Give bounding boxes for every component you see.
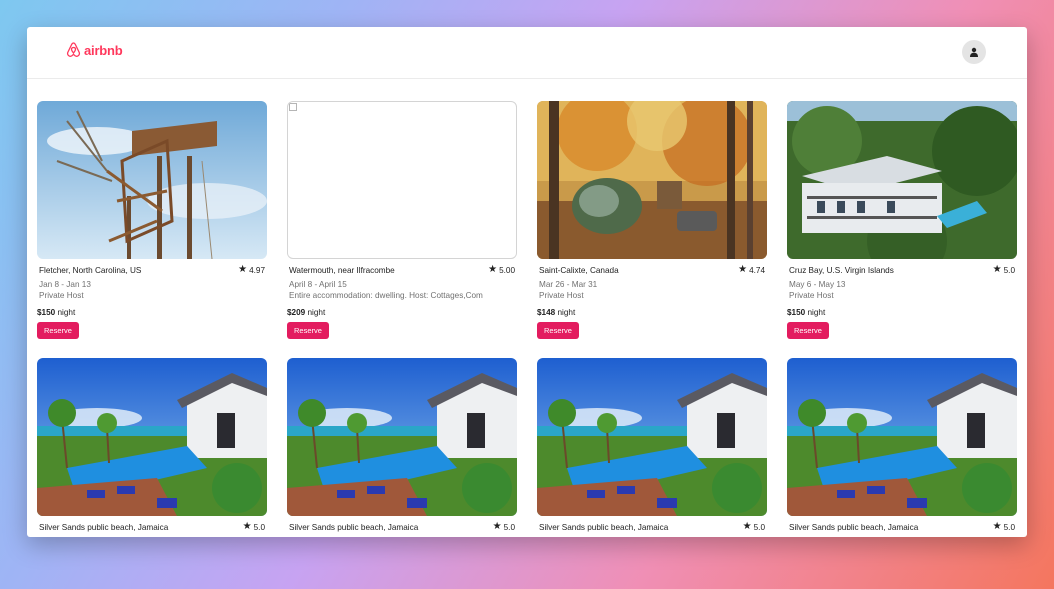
star-icon: ★ [488,264,498,275]
profile-button[interactable] [962,40,986,64]
listing-host: Entire accommodation: dwelling. Host: Co… [289,291,483,301]
star-icon: ★ [492,521,502,533]
listing-dates: April 8 - April 15 [289,280,347,289]
star-icon: ★ [738,264,748,275]
listing-rating: ★ 4.97 [238,264,265,275]
listing-dates: Mar 26 - Mar 31 [539,280,598,289]
airbnb-logo[interactable]: airbnb [66,42,123,58]
listing-card[interactable]: Cruz Bay, U.S. Virgin Islands ★ 5.0 May 6… [787,101,1017,340]
listing-photo-treehouse[interactable] [37,101,267,259]
listing-photo-pool-villa[interactable] [287,358,517,517]
user-icon [970,47,978,57]
star-icon: ★ [238,264,248,275]
listing-photo-pool-villa[interactable] [537,358,767,517]
listing-location: Fletcher, North Carolina, US [39,265,142,275]
listing-location: Cruz Bay, U.S. Virgin Islands [789,265,894,275]
listing-location: Saint-Calixte, Canada [539,265,619,275]
listing-card[interactable]: Silver Sands public beach, Jamaica ★ 5.0 [287,358,517,532]
listing-rating: ★ 4.74 [738,264,765,275]
listing-location: Silver Sands public beach, Jamaica [289,522,419,532]
reserve-button[interactable]: Reserve [537,322,579,340]
listing-price: $148 night [537,308,576,318]
reserve-button[interactable]: Reserve [787,322,829,340]
top-nav: airbnb [27,27,1027,79]
listing-location: Silver Sands public beach, Jamaica [789,522,919,532]
star-icon: ★ [992,521,1002,533]
listing-photo-villa[interactable] [787,101,1017,259]
listing-card[interactable]: Silver Sands public beach, Jamaica ★ 5.0 [787,358,1017,532]
listing-location: Watermouth, near Ilfracombe [289,265,395,275]
listing-host: Private Host [789,291,834,301]
listing-photo-forest[interactable] [537,101,767,259]
listing-card[interactable]: Silver Sands public beach, Jamaica ★ 5.0 [537,358,767,532]
star-icon: ★ [242,521,252,533]
listing-host: Private Host [39,291,84,301]
listing-rating: ★ 5.0 [992,521,1015,533]
listing-dates: Jan 8 - Jan 13 [39,280,91,289]
listing-photo-pool-villa[interactable] [37,358,267,517]
listing-photo-broken[interactable] [287,101,517,259]
reserve-button[interactable]: Reserve [37,322,79,340]
broken-image-icon [289,103,297,111]
listing-rating: ★ 5.0 [492,521,515,533]
listing-location: Silver Sands public beach, Jamaica [539,522,669,532]
listing-host: Private Host [539,291,584,301]
listing-card[interactable]: Silver Sands public beach, Jamaica ★ 5.0 [37,358,267,532]
logo-text: airbnb [84,42,123,58]
listing-rating: ★ 5.0 [242,521,265,533]
browser-window: airbnb Fletcher, North Carolina, US ★ 4.… [27,27,1027,537]
listing-location: Silver Sands public beach, Jamaica [39,522,169,532]
listing-price: $150 night [787,308,826,318]
listing-card[interactable]: Fletcher, North Carolina, US ★ 4.97 Jan 8… [37,101,267,340]
listing-rating: ★ 5.0 [742,521,765,533]
airbnb-logo-icon [66,42,81,57]
star-icon: ★ [992,264,1002,275]
listing-dates: May 6 - May 13 [789,280,846,289]
listings-grid: Fletcher, North Carolina, US ★ 4.97 Jan 8… [37,101,1017,532]
listing-price: $209 night [287,308,326,318]
star-icon: ★ [742,521,752,533]
listing-card[interactable]: Watermouth, near Ilfracombe ★ 5.00 April … [287,101,517,340]
listing-photo-pool-villa[interactable] [787,358,1017,517]
listing-rating: ★ 5.0 [992,264,1015,275]
listing-card[interactable]: Saint-Calixte, Canada ★ 4.74 Mar 26 - Mar… [537,101,767,340]
reserve-button[interactable]: Reserve [287,322,329,340]
listing-rating: ★ 5.00 [488,264,515,275]
listing-price: $150 night [37,308,76,318]
